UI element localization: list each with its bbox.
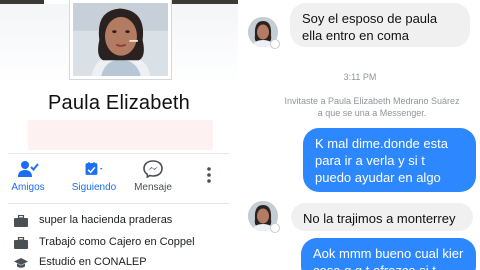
briefcase-icon (14, 237, 28, 249)
message-label: Mensaje (134, 182, 172, 193)
messenger-conversation: Soy el esposo de paula ella entro en com… (240, 0, 480, 270)
outgoing-message: Aok mmm bueno cual kier cosa q q t ofrez… (301, 238, 476, 270)
status-indicator (270, 39, 280, 49)
divider (8, 203, 230, 204)
more-vertical-icon[interactable] (202, 165, 216, 185)
system-message: Invitaste a Paula Elizabeth Medrano Suár… (284, 96, 460, 118)
profile-name: Paula Elizabeth (48, 92, 190, 114)
briefcase-icon (14, 215, 28, 227)
info-text: Trabajó como Cajero en Coppel (39, 236, 195, 248)
incoming-message: No la trajimos a monterrey (291, 203, 473, 231)
profile-intro-area (28, 120, 213, 150)
facebook-profile-panel: Paula Elizabeth Amigos Siguiendo Mensaje (0, 0, 238, 270)
profile-photo[interactable] (70, 0, 171, 79)
outgoing-message: K mal dime.donde esta para ir a verla y … (303, 128, 476, 192)
incoming-message: Soy el esposo de paula ella entro en com… (290, 3, 470, 47)
following-button[interactable]: Siguiendo (66, 160, 122, 200)
message-button[interactable]: Mensaje (129, 160, 177, 200)
info-text: Estudió en CONALEP (39, 256, 147, 268)
friends-button[interactable]: Amigos (6, 160, 50, 200)
status-indicator (270, 223, 280, 233)
messenger-icon (143, 160, 163, 178)
following-feed-icon (85, 162, 103, 175)
friends-label: Amigos (11, 182, 45, 193)
divider (8, 153, 230, 154)
following-label: Siguiendo (71, 182, 117, 193)
graduation-cap-icon (14, 258, 28, 268)
info-text: super la hacienda praderas (39, 214, 173, 226)
message-timestamp: 3:11 PM (343, 72, 377, 82)
person-check-icon (18, 161, 39, 177)
